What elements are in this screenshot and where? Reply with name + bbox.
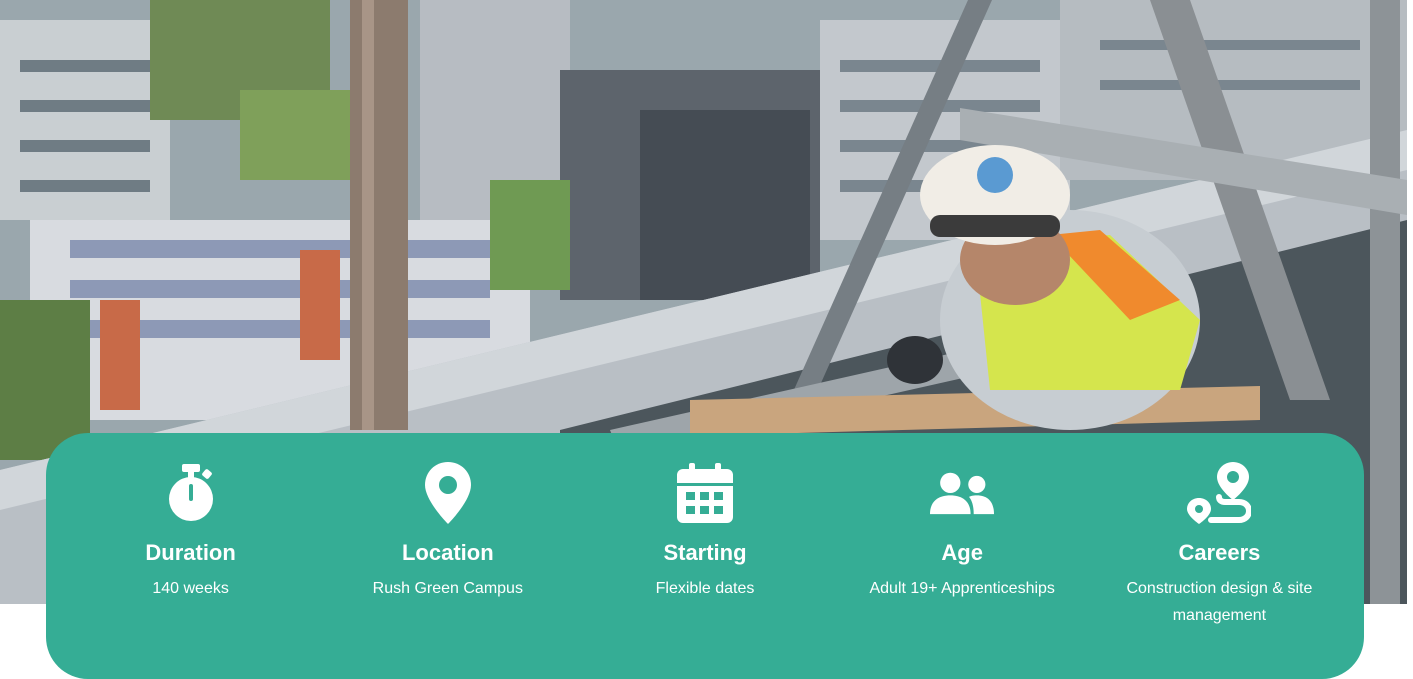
info-item-careers: Careers Construction design & site manag… [1091,433,1348,679]
page: Duration 140 weeks Location Rush Green C… [0,0,1413,679]
info-value: Flexible dates [655,580,755,597]
info-item-age: Age Adult 19+ Apprenticeships [834,433,1091,679]
course-info-bar: Duration 140 weeks Location Rush Green C… [46,433,1364,679]
info-label: Starting [663,540,747,565]
info-value: Construction design & site management [1126,580,1313,624]
info-label: Careers [1178,540,1261,565]
calendar-icon [673,461,737,525]
users-icon [930,461,995,525]
info-item-starting: Starting Flexible dates [576,433,833,679]
info-label: Age [941,540,983,565]
info-item-location: Location Rush Green Campus [319,433,576,679]
map-pin-icon [416,461,480,525]
info-value: Adult 19+ Apprenticeships [869,580,1055,597]
stopwatch-icon [159,461,223,525]
info-value: Rush Green Campus [372,580,523,597]
info-value: 140 weeks [152,580,229,597]
info-label: Location [401,540,494,565]
route-icon [1187,461,1252,525]
info-label: Duration [145,540,236,565]
info-item-duration: Duration 140 weeks [62,433,319,679]
